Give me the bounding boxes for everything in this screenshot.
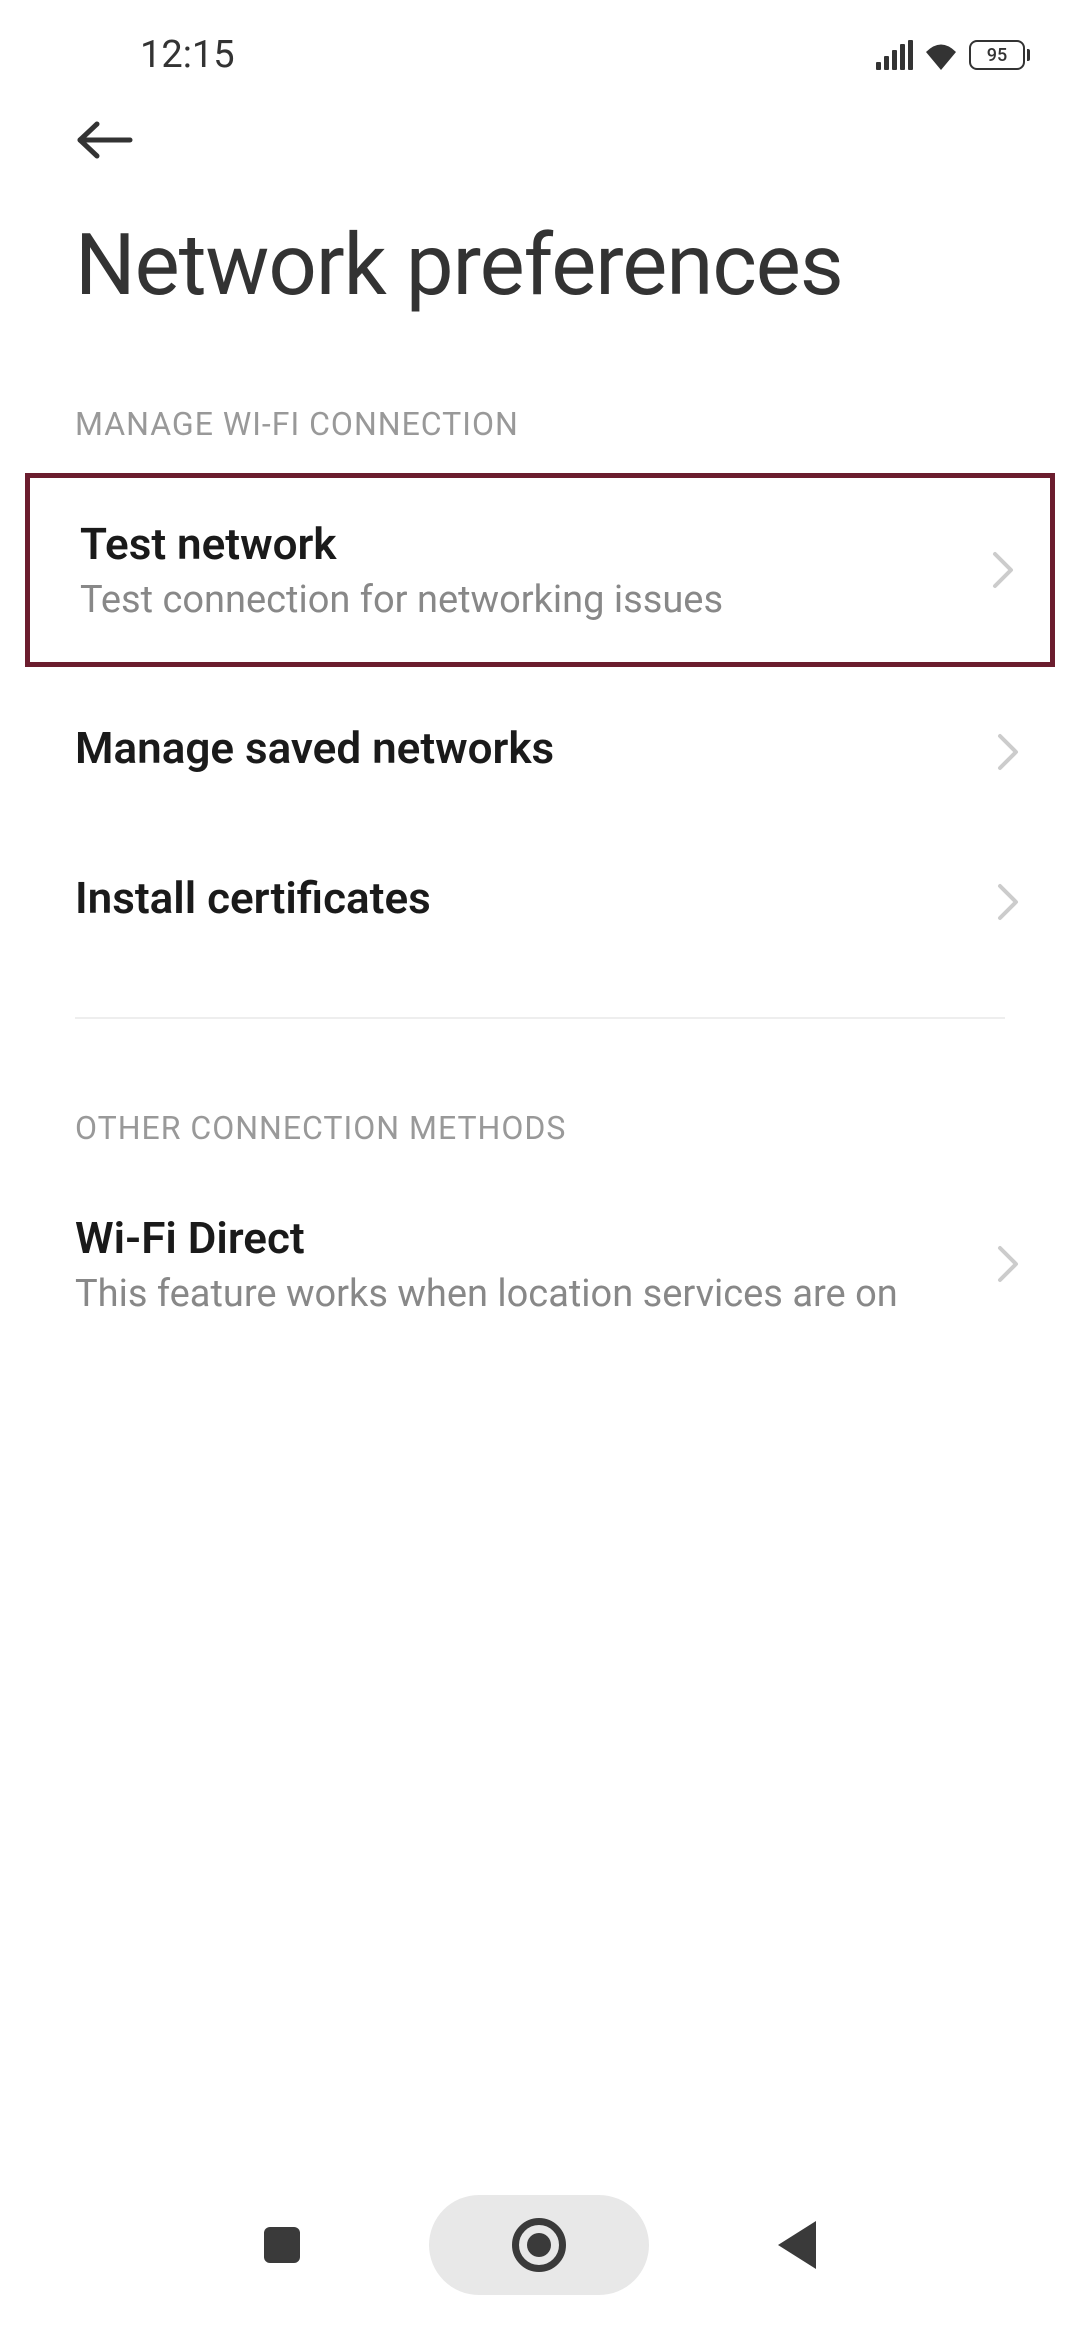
list-item-wifi-direct[interactable]: Wi-Fi Direct This feature works when loc… bbox=[0, 1167, 1080, 1361]
back-arrow-icon bbox=[75, 120, 135, 160]
nav-home-button[interactable] bbox=[429, 2195, 649, 2295]
section-divider bbox=[75, 1017, 1005, 1019]
list-item-title: Wi-Fi Direct bbox=[75, 1212, 996, 1264]
list-item-install-certificates[interactable]: Install certificates bbox=[0, 827, 1080, 977]
wifi-icon bbox=[923, 40, 959, 70]
section-header-manage-wifi: MANAGE WI-FI CONNECTION bbox=[0, 355, 1080, 463]
list-item-title: Manage saved networks bbox=[75, 722, 996, 774]
status-bar: 12:15 95 bbox=[0, 0, 1080, 90]
navigation-bar bbox=[0, 2180, 1080, 2310]
chevron-right-icon bbox=[996, 882, 1020, 922]
chevron-right-icon bbox=[991, 550, 1015, 590]
list-item-subtitle: Test connection for networking issues bbox=[80, 578, 991, 622]
list-item-subtitle: This feature works when location service… bbox=[75, 1272, 996, 1316]
chevron-right-icon bbox=[996, 732, 1020, 772]
battery-level: 95 bbox=[969, 40, 1025, 70]
section-header-other-methods: OTHER CONNECTION METHODS bbox=[0, 1059, 1080, 1167]
nav-back-button[interactable] bbox=[778, 2221, 816, 2269]
list-item-title: Test network bbox=[80, 518, 991, 570]
list-item-manage-saved-networks[interactable]: Manage saved networks bbox=[0, 677, 1080, 827]
cellular-signal-icon bbox=[876, 40, 913, 70]
battery-icon: 95 bbox=[969, 40, 1030, 70]
status-time: 12:15 bbox=[140, 33, 235, 77]
nav-recent-button[interactable] bbox=[264, 2227, 300, 2263]
page-title: Network preferences bbox=[0, 190, 1080, 355]
list-item-test-network[interactable]: Test network Test connection for network… bbox=[25, 473, 1055, 667]
status-indicators: 95 bbox=[876, 40, 1030, 70]
list-item-title: Install certificates bbox=[75, 872, 996, 924]
chevron-right-icon bbox=[996, 1244, 1020, 1284]
back-button[interactable] bbox=[0, 90, 1080, 190]
